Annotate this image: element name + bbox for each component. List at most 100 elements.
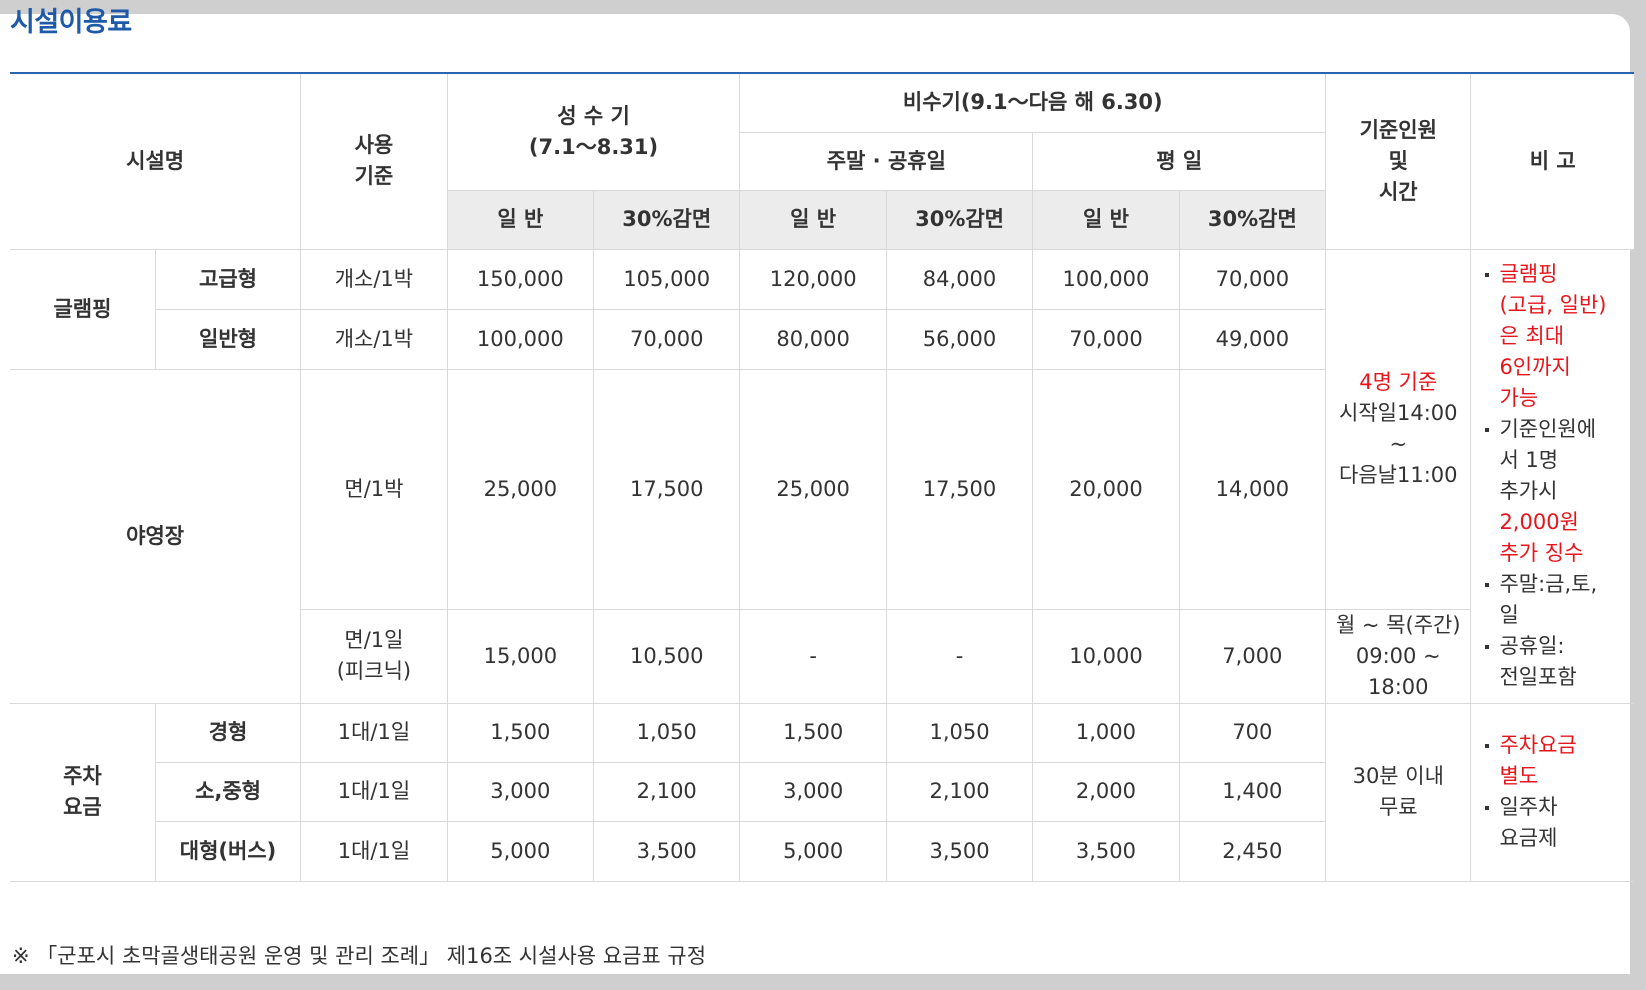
note-line: 공휴일:: [1499, 634, 1565, 658]
note-line: 추가 징수: [1499, 541, 1584, 565]
note-line: (고급, 일반): [1499, 293, 1607, 317]
unit-cell: 개소/1박: [300, 308, 448, 370]
category-line: 주차: [63, 764, 102, 788]
header-weekend-general: 일 반: [739, 189, 887, 250]
footnote: ※ 「군포시 초막골생태공원 운영 및 관리 조례」 제16조 시설사용 요금표…: [12, 944, 707, 968]
category-parking: 주차 요금: [10, 702, 156, 882]
price-cell: 84,000: [885, 248, 1034, 310]
note-line: 주차요금: [1499, 733, 1577, 757]
unit-line: 면/1일: [344, 628, 404, 652]
header-facility: 시설명: [10, 74, 302, 250]
header-peak: 성 수 기 (7.1～8.31): [446, 74, 741, 191]
note-line: 일: [1499, 603, 1519, 627]
header-usage: 사용 기준: [300, 74, 448, 250]
price-cell: 7,000: [1178, 608, 1327, 704]
note-line: 기준인원에: [1499, 417, 1597, 441]
header-peak-general: 일 반: [447, 189, 595, 250]
price-cell: 10,500: [593, 608, 741, 704]
capacity-base: 4명 기준: [1359, 370, 1438, 394]
price-cell: 10,000: [1032, 608, 1180, 704]
header-capacity-line1: 기준인원: [1359, 117, 1437, 142]
price-cell: 25,000: [739, 368, 887, 610]
header-remarks: 비 고: [1470, 74, 1634, 250]
header-weekday-general: 일 반: [1032, 189, 1180, 250]
table-row: 글램핑 고급형 개소/1박 150,000 105,000 120,000 84…: [10, 248, 1634, 704]
price-cell: 1,400: [1178, 761, 1326, 822]
unit-cell: 면/1일 (피크닉): [300, 608, 448, 704]
note-line: 가능: [1499, 386, 1539, 410]
note-line: 6인까지: [1499, 355, 1571, 379]
note-line: 일주차: [1499, 795, 1558, 819]
price-cell: 105,000: [593, 248, 741, 310]
header-offpeak: 비수기(9.1～다음 해 6.30): [739, 74, 1327, 133]
capacity-checkin: 시작일14:00: [1339, 401, 1458, 425]
price-cell: 49,000: [1178, 308, 1326, 370]
header-capacity-line3: 시간: [1378, 179, 1418, 204]
capacity-checkout: 다음날11:00: [1339, 463, 1458, 487]
category-glamping: 글램핑: [10, 248, 156, 370]
price-cell: 1,500: [446, 702, 595, 763]
price-cell: 2,450: [1178, 820, 1326, 882]
remarks-parking: 주차요금 별도 일주차 요금제: [1470, 702, 1634, 882]
header-capacity: 기준인원 및 시간: [1325, 74, 1472, 250]
type-cell: 소,중형: [155, 761, 302, 822]
unit-line: (피크닉): [336, 659, 412, 683]
note-line: 별도: [1499, 764, 1539, 788]
header-weekday-discount: 30%감면: [1178, 189, 1326, 250]
capacity-line: 월 ~ 목(주간): [1335, 612, 1461, 637]
type-cell: 대형(버스): [155, 820, 302, 882]
price-cell: 80,000: [739, 308, 887, 370]
category-camping: 야영장: [10, 368, 302, 704]
table-row: 주차 요금 경형 1대/1일 1,500 1,050 1,500 1,050 1…: [10, 702, 1634, 882]
price-cell: -: [885, 608, 1034, 704]
note-line: 2,000원: [1499, 510, 1579, 534]
price-cell: 25,000: [446, 368, 595, 610]
price-cell: 17,500: [885, 368, 1034, 610]
price-cell: 56,000: [885, 308, 1034, 370]
price-cell: 20,000: [1032, 368, 1180, 610]
price-cell: 3,000: [739, 761, 887, 822]
note-daily-rate: 일주차 요금제: [1485, 792, 1634, 854]
note-max-occupancy: 글램핑 (고급, 일반) 은 최대 6인까지 가능: [1485, 259, 1634, 414]
note-line: 추가시: [1499, 479, 1558, 503]
price-cell: 70,000: [593, 308, 741, 370]
header-weekend: 주말 · 공휴일: [739, 131, 1034, 191]
price-cell: 100,000: [1032, 248, 1180, 310]
price-cell: 150,000: [446, 248, 595, 310]
price-cell: 5,000: [739, 820, 887, 882]
price-cell: 3,500: [885, 820, 1034, 882]
note-parking-separate: 주차요금 별도: [1485, 730, 1634, 792]
capacity-line: 무료: [1378, 795, 1418, 819]
unit-cell: 면/1박: [300, 368, 448, 610]
unit-cell: 1대/1일: [300, 702, 448, 763]
price-cell: 1,050: [885, 702, 1034, 763]
header-peak-line2: (7.1～8.31): [528, 134, 659, 159]
price-cell: 3,500: [1032, 820, 1180, 882]
type-cell: 경형: [154, 702, 302, 763]
price-cell: 5,000: [446, 820, 595, 882]
fee-table: 시설명 사용 기준 성 수 기 (7.1～8.31) 비수기(9.1～다음 해 …: [10, 74, 1634, 882]
price-cell: 700: [1178, 702, 1327, 763]
note-holiday: 공휴일: 전일포함: [1485, 631, 1634, 693]
page-title: 시설이용료: [10, 7, 132, 38]
unit-cell: 개소/1박: [300, 248, 448, 310]
note-line: 서 1명: [1499, 448, 1559, 472]
price-cell: 14,000: [1178, 368, 1326, 610]
header-usage-line1: 사용: [354, 133, 394, 158]
note-extra-person: 기준인원에 서 1명 추가시 2,000원 추가 징수: [1485, 414, 1634, 569]
category-line: 요금: [63, 795, 102, 819]
capacity-line: 30분 이내: [1352, 764, 1444, 788]
header-peak-line1: 성 수 기: [557, 103, 630, 128]
price-cell: 70,000: [1032, 308, 1180, 370]
capacity-tilde: ~: [1389, 432, 1408, 456]
price-cell: 70,000: [1178, 248, 1327, 310]
unit-cell: 1대/1일: [300, 761, 448, 822]
header-weekday: 평 일: [1032, 131, 1326, 191]
note-weekend: 주말:금,토, 일: [1485, 569, 1634, 631]
price-cell: 1,000: [1032, 702, 1180, 763]
capacity-picnic: 월 ~ 목(주간) 09:00 ~ 18:00: [1325, 608, 1471, 704]
header-capacity-line2: 및: [1388, 148, 1408, 173]
price-cell: 17,500: [593, 368, 741, 610]
capacity-lodging: 4명 기준 시작일14:00 ~ 다음날11:00: [1325, 248, 1472, 610]
capacity-parking: 30분 이내 무료: [1325, 702, 1472, 882]
